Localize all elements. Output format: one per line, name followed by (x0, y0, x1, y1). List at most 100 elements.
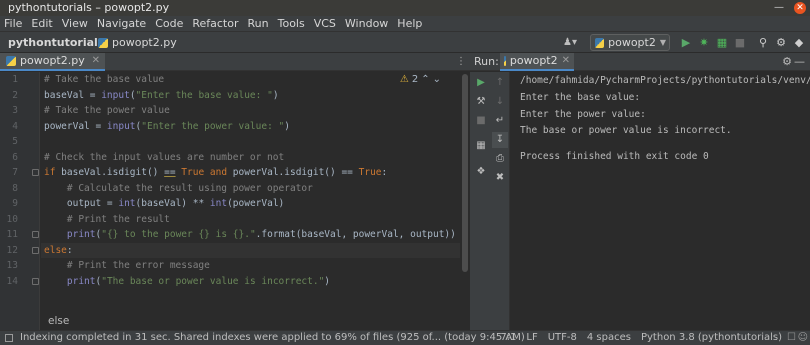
up-arrow-icon[interactable]: ↑ (492, 75, 508, 91)
status-widgets: 7:1 LF UTF-8 4 spaces Python 3.8 (python… (500, 331, 782, 345)
code-editor[interactable]: ⚠ 2 ⌃ ⌄ # Take the base value baseVal = … (41, 72, 461, 330)
line-number: 6 (12, 151, 18, 163)
line-number: 12 (6, 244, 18, 256)
settings-icon[interactable]: ⚙ (773, 35, 789, 51)
line-separator[interactable]: LF (526, 331, 537, 345)
coverage-icon[interactable]: ▦ (714, 35, 730, 51)
code-with-me-icon[interactable]: ◆ (791, 35, 807, 51)
menu-edit[interactable]: Edit (31, 16, 52, 31)
close-tab-icon[interactable]: ✕ (92, 53, 105, 69)
scroll-to-end-icon[interactable]: ↧ (492, 132, 508, 148)
down-arrow-icon[interactable]: ↓ (492, 94, 508, 110)
line-number: 14 (6, 275, 18, 287)
run-icon[interactable]: ▶ (678, 35, 694, 51)
print-icon[interactable]: ⎙ (492, 151, 508, 167)
menu-file[interactable]: File (4, 16, 22, 31)
search-icon[interactable]: ⚲ (755, 35, 771, 51)
code-line: powerVal = input("Enter the power value:… (44, 120, 290, 132)
console-line: Enter the base value: (520, 92, 646, 103)
debug-icon[interactable]: ✷ (696, 35, 712, 51)
caret-position[interactable]: 7:1 (500, 331, 516, 345)
trash-icon[interactable]: ✖ (492, 170, 508, 186)
indent-setting[interactable]: 4 spaces (587, 331, 631, 345)
menu-tools[interactable]: Tools (278, 16, 305, 31)
editor-scrollbar-thumb[interactable] (462, 74, 468, 272)
code-line: # Check the input values are number or n… (44, 151, 285, 163)
wrench-icon[interactable]: ⚒ (473, 94, 489, 110)
code-line: output = int(baseVal) ** int(powerVal) (44, 198, 285, 209)
pin-icon[interactable]: ❖ (473, 164, 489, 180)
editor-tab-powopt2[interactable]: powopt2.py ✕ (0, 53, 105, 71)
file-encoding[interactable]: UTF-8 (548, 331, 577, 345)
menu-vcs[interactable]: VCS (314, 16, 336, 31)
minimize-icon[interactable]: — (794, 55, 805, 69)
menu-run[interactable]: Run (248, 16, 269, 31)
run-tab-label: powopt2 (509, 54, 558, 67)
soft-wrap-icon[interactable]: ↵ (492, 113, 508, 129)
stop-icon[interactable]: ■ (732, 35, 748, 51)
run-console[interactable]: /home/fahmida/PycharmProjects/pythontuto… (511, 72, 810, 330)
python-file-icon (6, 56, 16, 66)
run-tab-powopt2[interactable]: powopt2 ✕ (500, 53, 574, 71)
inspection-widget[interactable]: ⚠ 2 ⌃ ⌄ (400, 74, 441, 86)
line-number: 9 (12, 198, 18, 209)
line-number: 11 (6, 229, 18, 240)
console-line: Enter the power value: (520, 109, 652, 120)
ide-window: pythontutorials – powopt2.py — ✕ File Ed… (0, 0, 810, 345)
minimize-button[interactable]: — (774, 2, 784, 14)
editor-tab-label: powopt2.py (20, 54, 85, 67)
inspector-icon[interactable]: ☺ (798, 331, 808, 345)
status-bar: Indexing completed in 31 sec. Shared ind… (0, 330, 810, 345)
window-title: pythontutorials – powopt2.py (8, 1, 170, 14)
line-number: 3 (12, 105, 18, 116)
run-panel-header: Run: powopt2 ✕ ⚙ — (470, 53, 810, 71)
python-file-icon (98, 38, 108, 48)
menu-code[interactable]: Code (155, 16, 183, 31)
lock-icon[interactable]: ☐ (787, 331, 796, 345)
menu-navigate[interactable]: Navigate (97, 16, 146, 31)
python-file-icon (595, 37, 605, 48)
code-line: # Print the result (44, 213, 170, 225)
python-file-icon (504, 56, 506, 66)
code-line-current: else: (41, 242, 460, 258)
menu-help[interactable]: Help (397, 16, 422, 31)
close-tab-icon[interactable]: ✕ (562, 53, 574, 69)
code-breadcrumb[interactable]: else (48, 315, 69, 327)
tool-windows-icon[interactable] (5, 334, 13, 342)
code-line: # Calculate the result using power opera… (44, 182, 313, 194)
fold-marker-icon[interactable] (32, 247, 39, 254)
menu-view[interactable]: View (62, 16, 88, 31)
line-number: 4 (12, 120, 18, 132)
fold-marker-icon[interactable] (32, 169, 39, 176)
run-toolbar: ▶ ↑ ⚒ ↓ ■ ↵ ↧ ▦ ⎙ ❖ ✖ (470, 72, 510, 330)
user-icon[interactable]: ♟▾ (560, 36, 580, 50)
stop-icon[interactable]: ■ (473, 113, 489, 129)
run-config-dropdown[interactable]: powopt2 ▼ (590, 34, 670, 51)
code-line: print("The base or power value is incorr… (66, 275, 331, 287)
code-line: print("{} to the power {} is {}.".format… (66, 229, 456, 240)
menu-bar: File Edit View Navigate Code Refactor Ru… (0, 16, 810, 31)
menu-window[interactable]: Window (345, 16, 388, 31)
breadcrumb-file[interactable]: powopt2.py (98, 35, 177, 51)
run-label: Run: (474, 55, 499, 68)
close-button[interactable]: ✕ (794, 2, 806, 14)
python-interpreter[interactable]: Python 3.8 (pythontutorials) (641, 331, 782, 345)
code-line: # Take the power value (44, 105, 170, 116)
code-line: baseVal = input("Enter the base value: "… (44, 89, 279, 101)
status-message[interactable]: Indexing completed in 31 sec. Shared ind… (20, 331, 525, 345)
fold-marker-icon[interactable] (32, 278, 39, 285)
tab-options-icon[interactable]: ⋮ (456, 55, 466, 69)
fold-marker-icon[interactable] (32, 231, 39, 238)
warning-icon: ⚠ (399, 74, 409, 85)
code-line: # Take the base value (44, 74, 165, 85)
breadcrumb-separator: › (88, 36, 93, 49)
window-controls: — ✕ (774, 2, 806, 14)
settings-icon[interactable]: ⚙ (782, 55, 792, 69)
menu-refactor[interactable]: Refactor (192, 16, 238, 31)
rerun-icon[interactable]: ▶ (473, 75, 489, 91)
layout-icon[interactable]: ▦ (473, 138, 489, 154)
line-number: 5 (12, 136, 18, 147)
line-number: 7 (12, 167, 18, 178)
chevron-down-icon: ⌄ (432, 74, 441, 85)
code-line: # Print the error message (44, 260, 210, 271)
